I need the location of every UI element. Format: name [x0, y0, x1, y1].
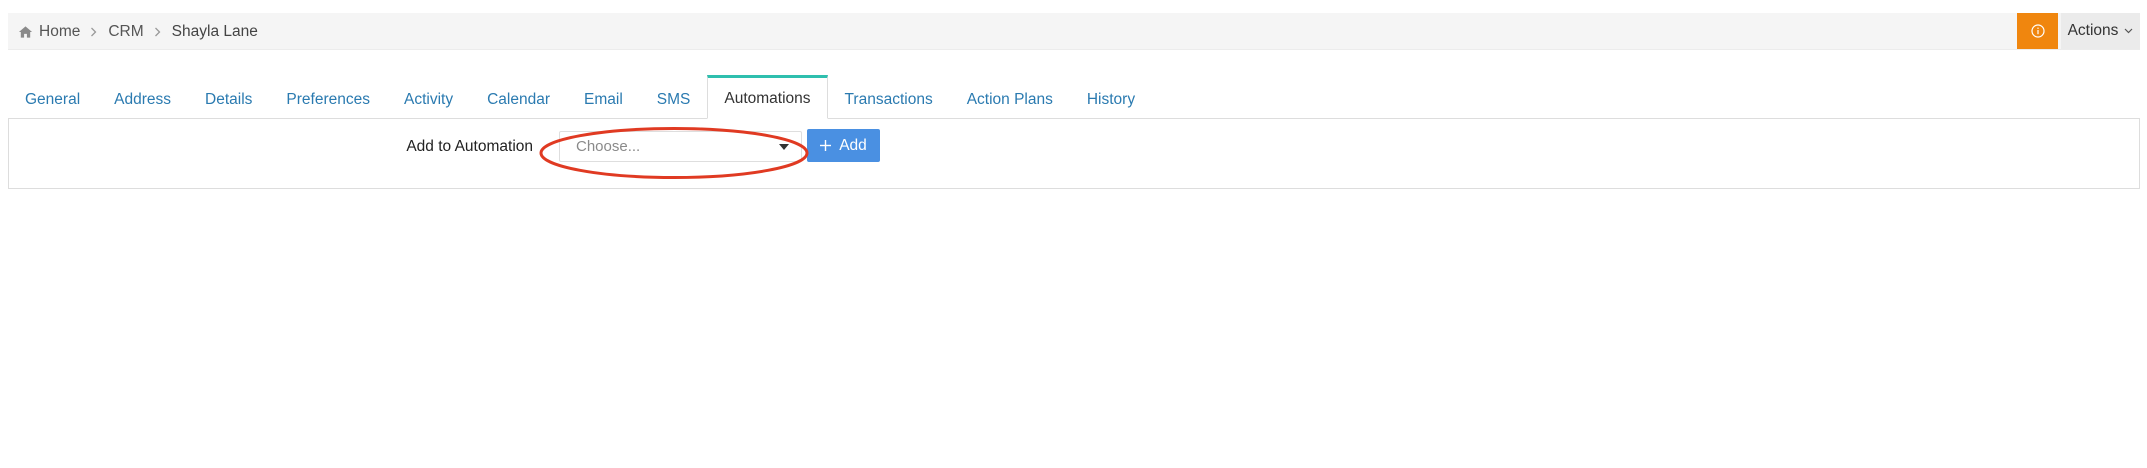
info-button[interactable] [2017, 13, 2058, 49]
chevron-right-icon [90, 27, 97, 37]
breadcrumb-home[interactable]: Home [18, 23, 80, 41]
automation-select-placeholder: Choose... [576, 138, 641, 155]
tab-bar: General Address Details Preferences Acti… [8, 75, 1152, 119]
automations-panel: Add to Automation Choose... Add [8, 118, 2140, 189]
add-automation-button[interactable]: Add [807, 129, 880, 162]
home-icon [18, 25, 33, 38]
info-circle-icon [2030, 24, 2045, 38]
add-to-automation-label: Add to Automation [406, 138, 533, 155]
chevron-down-icon [2124, 28, 2133, 34]
breadcrumb-crm[interactable]: CRM [108, 23, 143, 41]
automation-select[interactable]: Choose... [559, 131, 802, 162]
breadcrumb: Home CRM Shayla Lane [18, 13, 258, 50]
tab-email[interactable]: Email [567, 75, 640, 119]
breadcrumb-bar: Home CRM Shayla Lane Actions [8, 13, 2140, 50]
tab-calendar[interactable]: Calendar [470, 75, 567, 119]
tab-automations[interactable]: Automations [707, 75, 828, 119]
tab-activity[interactable]: Activity [387, 75, 470, 119]
caret-down-icon [779, 144, 789, 150]
tab-address[interactable]: Address [97, 75, 188, 119]
actions-label: Actions [2067, 22, 2119, 39]
tab-action-plans[interactable]: Action Plans [950, 75, 1070, 119]
chevron-right-icon [154, 27, 161, 37]
add-button-label: Add [839, 136, 867, 154]
plus-icon [820, 140, 832, 151]
breadcrumb-home-label: Home [39, 22, 81, 40]
tab-transactions[interactable]: Transactions [828, 75, 950, 119]
tab-general[interactable]: General [8, 75, 97, 119]
actions-dropdown-button[interactable]: Actions [2061, 13, 2140, 49]
breadcrumb-current: Shayla Lane [171, 22, 258, 40]
tab-sms[interactable]: SMS [640, 75, 708, 119]
tab-preferences[interactable]: Preferences [269, 75, 387, 119]
tab-details[interactable]: Details [188, 75, 269, 119]
tab-history[interactable]: History [1070, 75, 1152, 119]
